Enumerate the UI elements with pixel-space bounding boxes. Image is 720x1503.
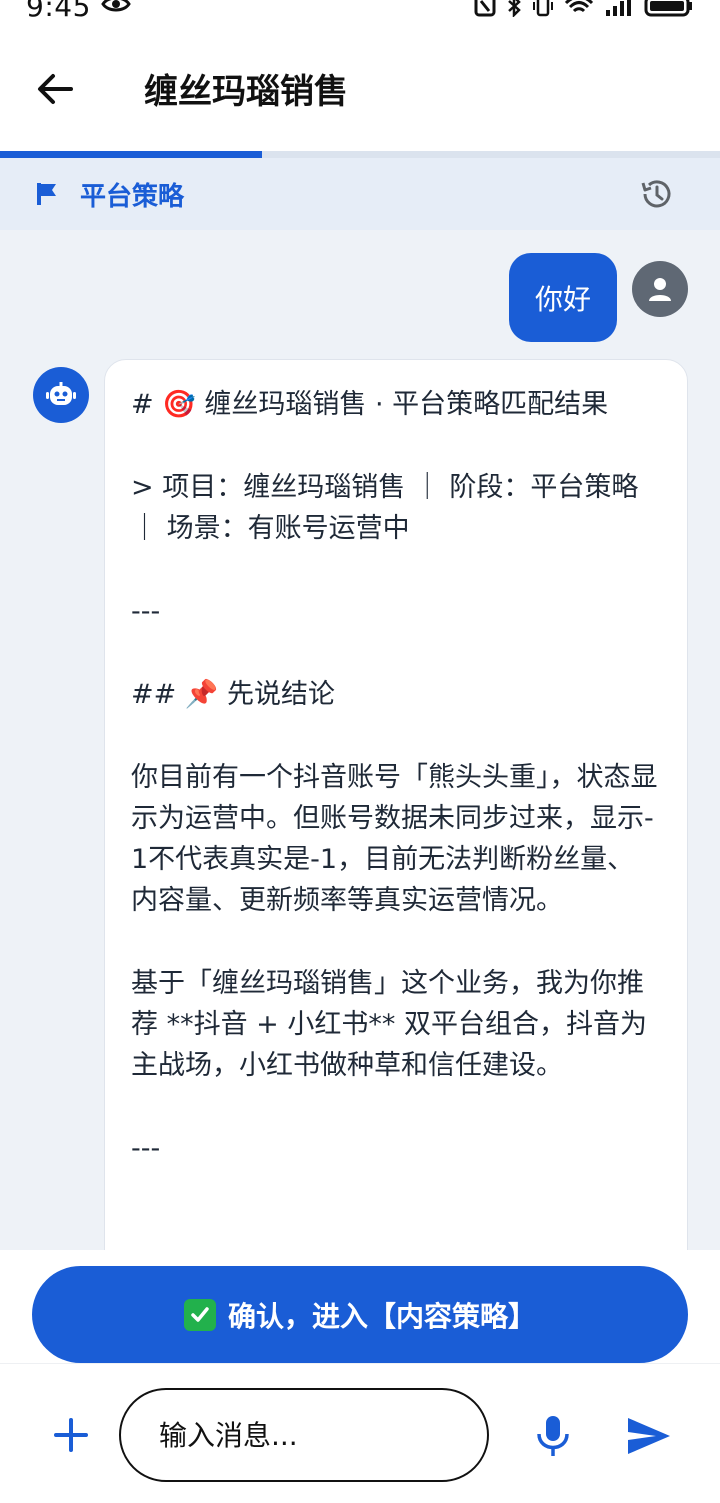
progress-bar: [0, 151, 720, 158]
stage-label: 平台策略: [80, 181, 185, 212]
message-input[interactable]: [119, 1388, 489, 1482]
person-icon: [649, 278, 671, 301]
wifi-icon: [564, 0, 594, 17]
chat-area[interactable]: 你好 # 🎯 缠丝玛瑙销售 · 平台策略匹配结果 > 项目：缠丝玛瑙销售 ｜ 阶…: [0, 230, 720, 1250]
bot-message-bubble: # 🎯 缠丝玛瑙销售 · 平台策略匹配结果 > 项目：缠丝玛瑙销售 ｜ 阶段：平…: [104, 359, 688, 1250]
battery-icon: [644, 0, 694, 17]
user-message-text: 你好: [534, 282, 591, 316]
history-button[interactable]: [638, 176, 674, 212]
plus-icon: [54, 1418, 88, 1452]
status-left: 9:45: [26, 0, 131, 23]
user-message-bubble: 你好: [509, 253, 617, 342]
bluetooth-icon: [506, 0, 522, 17]
confirm-button-label: 确认，进入【内容策略】: [227, 1299, 536, 1333]
nfc-icon: [474, 0, 496, 17]
page-title: 缠丝玛瑙销售: [144, 72, 348, 112]
status-icons: [474, 0, 694, 17]
bot-avatar: [33, 367, 89, 423]
status-bar: 9:45: [0, 0, 720, 26]
bot-message-line: ---: [131, 596, 161, 627]
stage-bar: 平台策略: [0, 158, 720, 230]
mic-icon: [537, 1416, 569, 1456]
input-bar: [0, 1363, 720, 1503]
confirm-next-stage-button[interactable]: 确认，进入【内容策略】: [32, 1266, 688, 1363]
send-icon: [628, 1418, 670, 1454]
back-button[interactable]: [0, 26, 110, 151]
vibrate-icon: [532, 0, 554, 17]
status-time: 9:45: [26, 0, 91, 23]
flag-icon: [36, 181, 70, 207]
progress-fill: [0, 151, 263, 158]
bot-message-line: > 项目：缠丝玛瑙销售 ｜ 阶段：平台策略 ｜ 场景：有账号运营中: [131, 472, 647, 544]
voice-input-button[interactable]: [534, 1414, 572, 1458]
bot-message-line: 基于「缠丝玛瑙销售」这个业务，我为你推荐 **抖音 + 小红书** 双平台组合，…: [131, 968, 647, 1081]
check-icon: [183, 1298, 216, 1331]
bot-message-line: # 🎯 缠丝玛瑙销售 · 平台策略匹配结果: [131, 389, 609, 420]
eye-icon: [101, 0, 131, 19]
app-bar: 缠丝玛瑙销售: [0, 26, 720, 151]
add-attachment-button[interactable]: [50, 1414, 92, 1456]
send-button[interactable]: [626, 1416, 672, 1456]
bot-message-line: ---: [131, 1133, 161, 1164]
robot-icon: [46, 382, 76, 405]
back-arrow-icon: [38, 73, 73, 104]
history-icon: [641, 180, 671, 208]
user-avatar: [632, 261, 688, 317]
bot-message-line: 你目前有一个抖音账号「熊头头重」，状态显示为运营中。但账号数据未同步过来，显示-…: [131, 762, 658, 916]
bot-message-line: ## 📌 先说结论: [131, 679, 336, 710]
signal-icon: [604, 0, 634, 17]
